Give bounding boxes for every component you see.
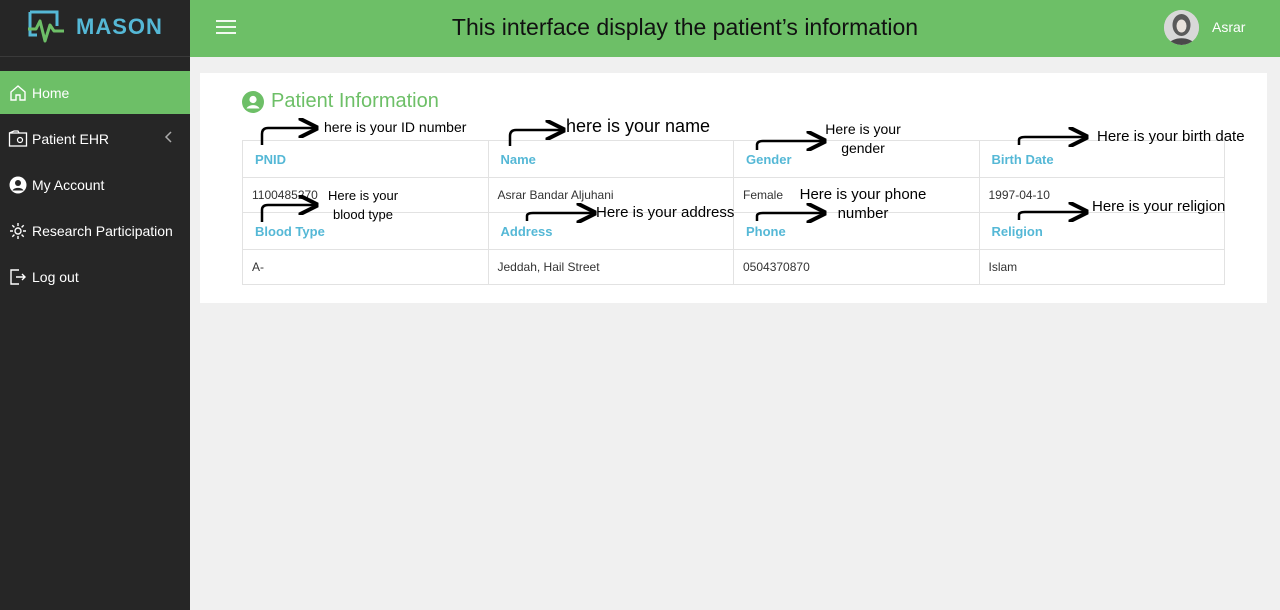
annotation-name: here is your name — [566, 116, 711, 136]
arrow-address — [525, 213, 594, 221]
arrow-blood — [260, 205, 316, 222]
annotation-address: Here is your address — [596, 204, 735, 221]
annotation-arrows — [260, 0, 1280, 610]
annotation-id: here is your ID number — [324, 119, 467, 135]
arrow-gender — [755, 141, 824, 150]
annotation-blood: Here is your blood type — [327, 188, 399, 222]
arrow-religion — [1017, 212, 1086, 220]
arrow-name — [508, 130, 563, 146]
annotation-religion: Here is your religion — [1092, 198, 1226, 215]
arrow-birth — [1017, 137, 1086, 145]
annotation-phone: Here is your phone number — [799, 186, 927, 222]
arrow-id — [260, 128, 316, 145]
annotation-gender: Here is your gender — [825, 121, 901, 156]
annotation-birth: Here is your birth date — [1097, 128, 1245, 145]
